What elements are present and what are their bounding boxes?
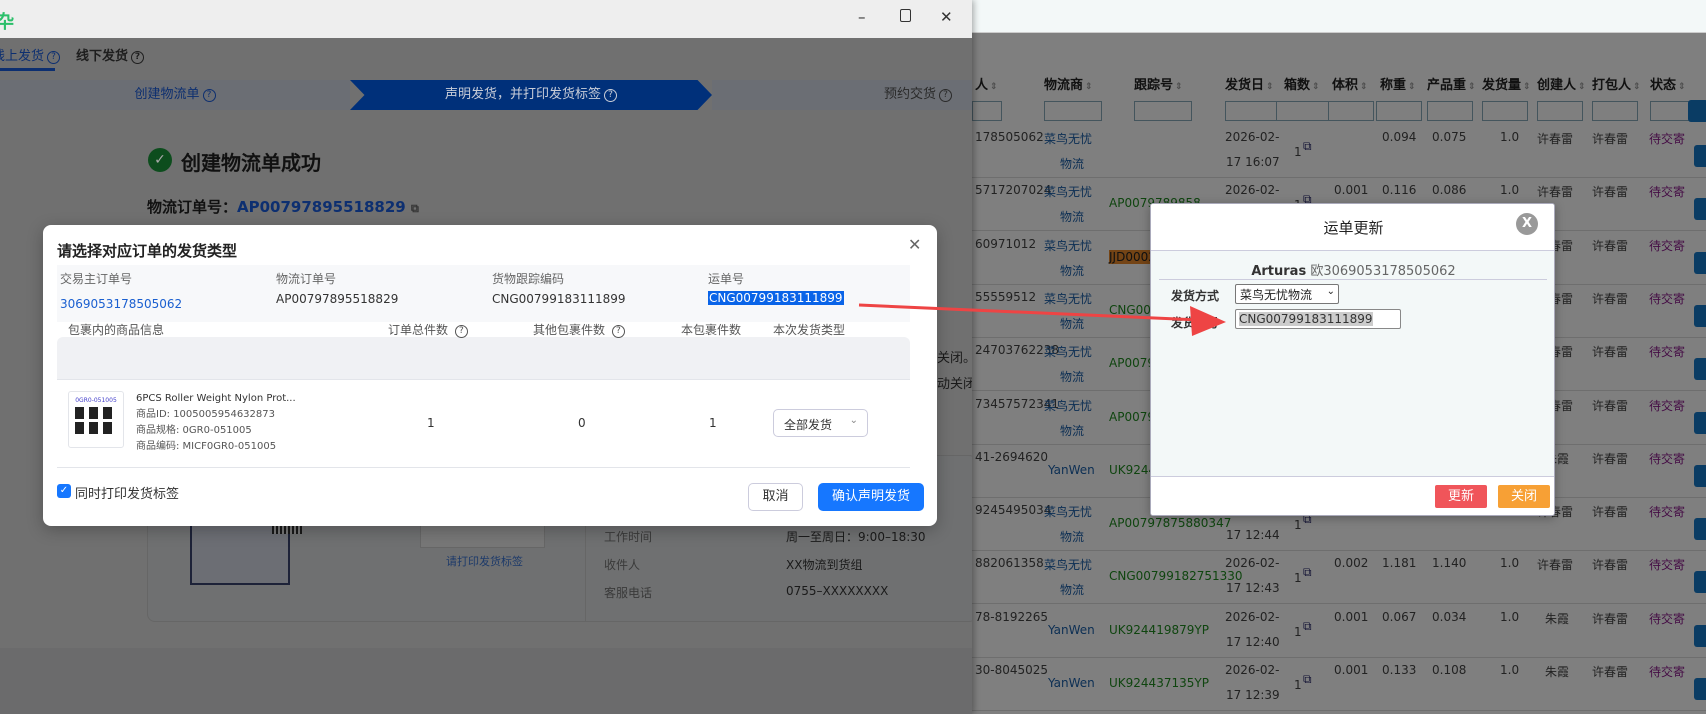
success-check-icon: ✓ xyxy=(148,148,172,172)
th-label: 其他包裹件数 xyxy=(533,323,606,337)
dialog-footer xyxy=(1151,476,1554,515)
window-titlebar: 卆 – ✕ xyxy=(0,0,972,38)
step-book-delivery: 预约交货? xyxy=(712,80,972,110)
info-value: 周一至周日：9:00–18:30 xyxy=(786,530,926,544)
behind-text-2: 动关闭 xyxy=(937,377,972,392)
close-button[interactable]: 关闭 xyxy=(1498,485,1550,508)
main-order-link[interactable]: 3069053178505062 xyxy=(60,297,182,311)
tracking-code-value: CNG00799183111899 xyxy=(492,292,626,306)
waybill-value-selected[interactable]: CNG00799183111899 xyxy=(708,291,844,305)
step-label: 创建物流单 xyxy=(134,87,200,102)
step-create-order: 创建物流单? xyxy=(0,80,350,110)
cancel-button[interactable]: 取消 xyxy=(748,483,803,511)
tab-label: 线下发货 xyxy=(76,49,129,64)
other-packages-count: 0 xyxy=(578,416,586,430)
order-total-count: 1 xyxy=(427,416,435,430)
active-tab-underline xyxy=(0,68,55,71)
product-image-label: 0GR0-051005 xyxy=(75,397,117,404)
modal-close-icon[interactable]: ✕ xyxy=(908,235,921,254)
tracking-number-label: 发货单号 xyxy=(1171,316,1220,330)
ship-type-value: 全部发货 xyxy=(784,418,833,432)
print-label-checkbox[interactable]: ✓ xyxy=(57,484,71,498)
label-tracking-code: 货物跟踪编码 xyxy=(492,272,565,286)
buyer-line: Arturas 欧3069053178505062 xyxy=(1151,260,1554,279)
product-code: 商品编码: MICF0GR0-051005 xyxy=(136,441,277,452)
step-label: 声明发货，并打印发货标签 xyxy=(444,87,601,102)
behind-text-1: 关闭。 xyxy=(937,351,972,366)
help-icon: ? xyxy=(939,89,952,102)
help-icon: ? xyxy=(47,51,61,64)
product-spec: 商品规格: 0GR0-051005 xyxy=(136,425,252,436)
label-main-order: 交易主订单号 xyxy=(60,272,133,286)
chevron-down-icon: ⌄ xyxy=(849,415,858,426)
table-divider xyxy=(57,467,910,468)
product-details: 6PCS Roller Weight Nylon Prot... 商品ID: 1… xyxy=(136,391,296,455)
th-ship-type: 本次发货类型 xyxy=(773,323,846,337)
buyer-order: 欧3069053178505062 xyxy=(1310,264,1456,279)
items-table-header xyxy=(57,337,910,380)
label-waybill: 运单号 xyxy=(708,272,745,286)
tracking-number-input[interactable]: CNG00799183111899 xyxy=(1235,309,1401,329)
help-icon: ? xyxy=(604,89,617,102)
shipping-window: 卆 – ✕ 线上发货? 线下发货? 创建物流单? 声明发货，并打印发货标签? 预… xyxy=(0,0,972,714)
logistics-order-value: AP00797895518829 xyxy=(237,198,406,216)
app-logo-icon: 卆 xyxy=(0,12,14,33)
ship-type-select[interactable]: 全部发货 ⌄ xyxy=(773,409,868,437)
info-value: XX物流到货组 xyxy=(786,558,863,572)
help-icon[interactable]: ? xyxy=(454,325,468,338)
minimize-icon[interactable]: – xyxy=(858,8,866,26)
modal-title: 请选择对应订单的发货类型 xyxy=(57,242,238,260)
help-icon: ? xyxy=(202,89,216,102)
tracking-number-value: CNG00799183111899 xyxy=(1239,312,1373,326)
chevron-down-icon: ⌄ xyxy=(1326,286,1335,297)
tab-offline-shipping[interactable]: 线下发货? xyxy=(76,45,145,64)
background-app-topbar xyxy=(972,0,1706,33)
step-declare-shipment: 声明发货，并打印发货标签? xyxy=(350,80,712,110)
print-label-checkbox-label[interactable]: 同时打印发货标签 xyxy=(75,483,179,502)
tab-label: 线上发货 xyxy=(0,49,45,64)
waybill-update-dialog: 运单更新 X Arturas 欧3069053178505062 发货方式 菜鸟… xyxy=(1150,203,1555,516)
buyer-name: Arturas xyxy=(1251,264,1307,279)
dialog-title: 运单更新 xyxy=(1323,219,1384,237)
label-logistics-order: 物流订单号 xyxy=(276,272,337,286)
maximize-icon[interactable] xyxy=(900,9,911,22)
info-value: 0755–XXXXXXXX xyxy=(786,584,889,598)
help-icon: ? xyxy=(131,51,145,64)
logistics-order-value: AP00797895518829 xyxy=(276,292,399,306)
tab-online-shipping[interactable]: 线上发货? xyxy=(0,45,61,64)
th-order-total: 订单总件数 ? xyxy=(388,321,468,338)
product-name: 6PCS Roller Weight Nylon Prot... xyxy=(136,393,296,404)
dialog-separator xyxy=(1159,279,1547,280)
product-image: 0GR0-051005 xyxy=(68,391,124,448)
copy-icon[interactable]: ⧉ xyxy=(411,202,419,215)
ship-type-modal: 请选择对应订单的发货类型 ✕ 交易主订单号 物流订单号 货物跟踪编码 运单号 3… xyxy=(43,225,937,526)
info-label: 工作时间 xyxy=(604,530,653,544)
ship-method-value: 菜鸟无忧物流 xyxy=(1240,288,1313,302)
th-other-packages: 其他包裹件数 ? xyxy=(533,321,625,338)
logistics-order-number: 物流订单号：AP00797895518829 ⧉ xyxy=(147,196,419,217)
logistics-order-label: 物流订单号： xyxy=(147,198,238,216)
info-label: 客服电话 xyxy=(604,586,653,600)
ship-method-label: 发货方式 xyxy=(1171,289,1220,303)
this-package-count: 1 xyxy=(709,416,717,430)
th-label: 订单总件数 xyxy=(388,323,449,337)
product-id: 商品ID: 1005005954632873 xyxy=(136,409,275,420)
step-label: 预约交货 xyxy=(883,87,936,102)
info-label: 收件人 xyxy=(604,558,641,572)
th-this-package: 本包裹件数 xyxy=(681,323,742,337)
th-product-info: 包裹内的商品信息 xyxy=(68,323,165,337)
dialog-close-icon[interactable]: X xyxy=(1516,213,1538,235)
update-button[interactable]: 更新 xyxy=(1435,485,1487,508)
success-title: 创建物流单成功 xyxy=(181,151,321,175)
confirm-declare-button[interactable]: 确认声明发货 xyxy=(818,483,924,511)
close-window-icon[interactable]: ✕ xyxy=(940,8,953,26)
ship-method-select[interactable]: 菜鸟无忧物流 ⌄ xyxy=(1235,284,1339,304)
help-icon[interactable]: ? xyxy=(611,325,625,338)
window-bottom-band xyxy=(0,648,972,714)
print-label-hint[interactable]: 请打印发货标签 xyxy=(446,553,523,569)
